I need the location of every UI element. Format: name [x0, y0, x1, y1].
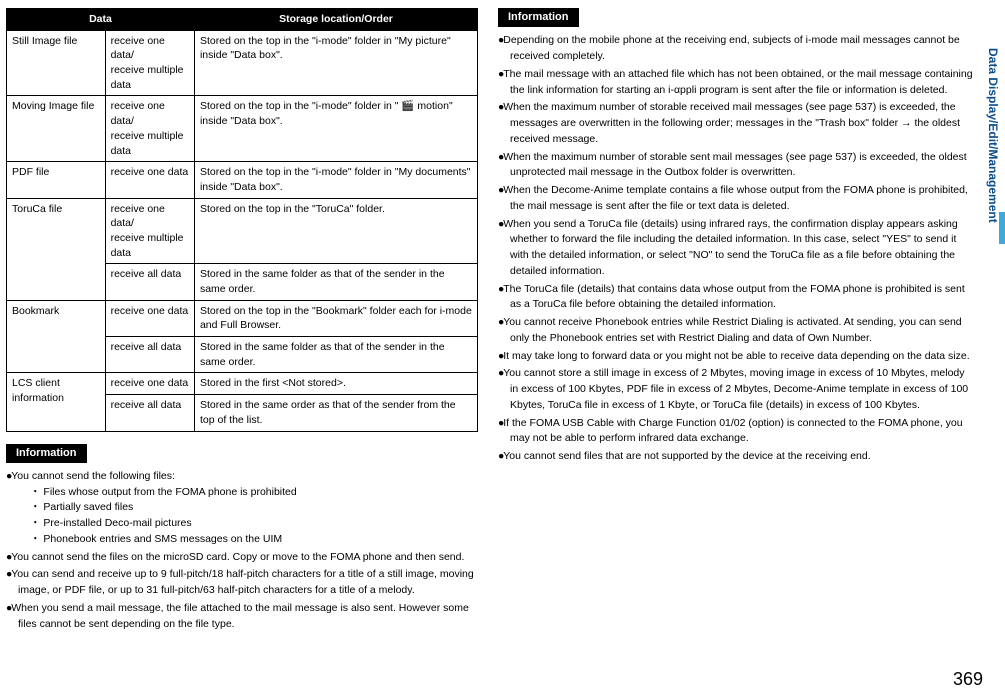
- list-item: You cannot send files that are not suppo…: [498, 449, 973, 465]
- table-row: Still Image file receive one data/ recei…: [7, 30, 478, 96]
- list-item: You cannot send the following files: Fil…: [6, 469, 478, 548]
- list-item: When the maximum number of storable rece…: [498, 100, 973, 147]
- table-row: PDF file receive one data Stored on the …: [7, 162, 478, 198]
- table-row: Moving Image file receive one data/ rece…: [7, 96, 478, 162]
- list-item: You cannot send the files on the microSD…: [6, 550, 478, 566]
- list-item: When you send a ToruCa file (details) us…: [498, 217, 973, 280]
- list-item: When you send a mail message, the file a…: [6, 601, 478, 633]
- th-data: Data: [7, 9, 195, 31]
- table-row: LCS client information receive one data …: [7, 373, 478, 395]
- th-storage: Storage location/Order: [194, 9, 477, 31]
- list-item: When the maximum number of storable sent…: [498, 150, 973, 182]
- right-info-list: Depending on the mobile phone at the rec…: [498, 33, 973, 465]
- table-row: Bookmark receive one data Stored on the …: [7, 300, 478, 336]
- list-item: You cannot store a still image in excess…: [498, 366, 973, 413]
- list-item: It may take long to forward data or you …: [498, 349, 973, 365]
- list-item: If the FOMA USB Cable with Charge Functi…: [498, 416, 973, 448]
- side-tab: Data Display/Edit/Management: [982, 40, 1003, 231]
- list-item: The mail message with an attached file w…: [498, 67, 973, 99]
- list-item: You can send and receive up to 9 full-pi…: [6, 567, 478, 599]
- storage-table: Data Storage location/Order Still Image …: [6, 8, 478, 432]
- page-number: 369: [953, 667, 983, 692]
- list-item: When the Decome-Anime template contains …: [498, 183, 973, 215]
- information-heading: Information: [498, 8, 579, 27]
- list-item: You cannot receive Phonebook entries whi…: [498, 315, 973, 347]
- table-row: ToruCa file receive one data/ receive mu…: [7, 198, 478, 264]
- list-item: Depending on the mobile phone at the rec…: [498, 33, 973, 65]
- left-info-list: You cannot send the following files: Fil…: [6, 469, 478, 633]
- information-heading: Information: [6, 444, 87, 463]
- list-item: The ToruCa file (details) that contains …: [498, 282, 973, 314]
